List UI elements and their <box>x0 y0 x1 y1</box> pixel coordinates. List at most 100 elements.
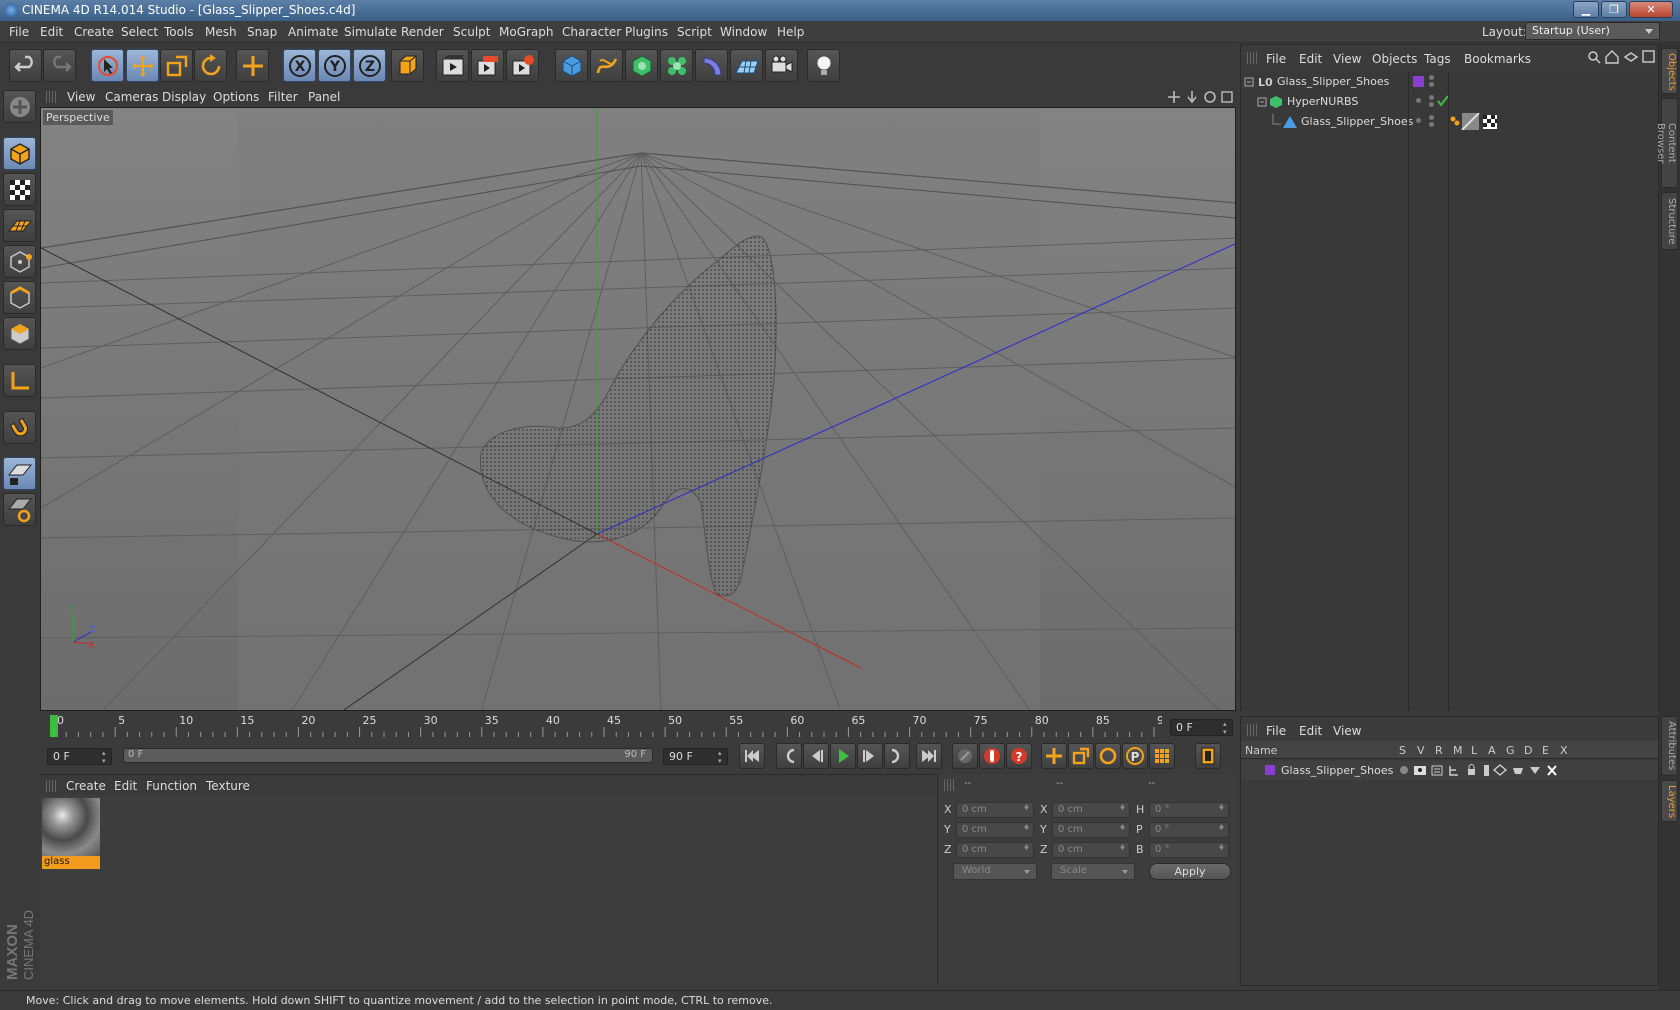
layer-row[interactable]: Glass_Slipper_Shoes <box>1241 761 1658 780</box>
close-button[interactable]: ✕ <box>1629 1 1673 18</box>
floor-icon[interactable] <box>730 49 763 82</box>
object-name[interactable]: HyperNURBS <box>1287 95 1358 108</box>
object-name[interactable]: Glass_Slipper_Shoes <box>1301 115 1413 128</box>
layer-color-swatch[interactable] <box>1265 765 1275 775</box>
viewport-nav-icons[interactable] <box>1168 90 1234 104</box>
recent-tool-icon[interactable] <box>236 49 269 82</box>
layer-color-swatch[interactable] <box>1413 76 1424 87</box>
rot-p-field[interactable]: 0 ° <box>1149 822 1229 838</box>
layers-menu-view[interactable]: View <box>1333 724 1361 738</box>
menu-script[interactable]: Script <box>677 25 712 39</box>
material-menu-texture[interactable]: Texture <box>206 779 250 793</box>
record-keys-icon[interactable] <box>979 743 1005 769</box>
panel-grip[interactable] <box>944 779 954 791</box>
column-generators[interactable]: G <box>1506 744 1515 757</box>
y-axis-lock-icon[interactable]: Y <box>318 49 351 82</box>
column-animation[interactable]: A <box>1488 744 1496 757</box>
menu-animate[interactable]: Animate <box>288 25 338 39</box>
objects-menu-file[interactable]: File <box>1266 52 1286 66</box>
objects-menu-edit[interactable]: Edit <box>1299 52 1322 66</box>
menu-snap[interactable]: Snap <box>247 25 277 39</box>
viewport-menu-filter[interactable]: Filter <box>268 90 298 104</box>
object-row[interactable]: Glass_Slipper_Shoes <box>1241 112 1658 131</box>
object-tags[interactable] <box>1449 113 1509 130</box>
column-view[interactable]: V <box>1417 744 1425 757</box>
column-manager[interactable]: M <box>1453 744 1463 757</box>
light-icon[interactable] <box>807 49 840 82</box>
next-frame-icon[interactable] <box>857 743 883 769</box>
rot-b-field[interactable]: 0 ° <box>1149 842 1229 858</box>
polygons-mode-icon[interactable] <box>3 317 36 350</box>
editor-visibility-dot[interactable] <box>1416 98 1421 103</box>
next-key-icon[interactable] <box>884 743 910 769</box>
viewport-menu-cameras[interactable]: Cameras <box>105 90 158 104</box>
model-mode-icon[interactable] <box>3 137 36 170</box>
timeline-end-frame-field[interactable]: 0 F <box>1170 719 1233 736</box>
menu-mograph[interactable]: MoGraph <box>499 25 554 39</box>
objects-tab[interactable]: Objects <box>1661 48 1678 94</box>
x-axis-lock-icon[interactable]: X <box>283 49 316 82</box>
snap-icon[interactable] <box>3 493 36 526</box>
viewport-menu-display[interactable]: Display <box>162 90 206 104</box>
layers-menu-edit[interactable]: Edit <box>1299 724 1322 738</box>
menu-plugins[interactable]: Plugins <box>625 25 668 39</box>
menu-file[interactable]: File <box>9 25 29 39</box>
render-visibility-dot[interactable] <box>1429 115 1434 120</box>
menu-simulate[interactable]: Simulate <box>344 25 397 39</box>
record-point-level-icon[interactable] <box>1149 743 1175 769</box>
camera-icon[interactable] <box>765 49 798 82</box>
render-settings-icon[interactable] <box>506 49 539 82</box>
undo-icon[interactable] <box>9 49 42 82</box>
size-x-field[interactable]: 0 cm <box>1052 802 1130 818</box>
spline-pen-icon[interactable] <box>590 49 623 82</box>
go-to-end-icon[interactable] <box>916 743 942 769</box>
rotate-icon[interactable] <box>194 49 227 82</box>
subdivision-surface-icon[interactable] <box>625 49 658 82</box>
apply-button[interactable]: Apply <box>1149 863 1231 880</box>
objects-menu-bookmarks[interactable]: Bookmarks <box>1464 52 1531 66</box>
frame-ruler[interactable]: 0 5 10 15 20 25 30 35 40 45 50 55 60 65 70 75 80 85 90 <box>40 713 1162 740</box>
viewport-menu-panel[interactable]: Panel <box>308 90 340 104</box>
coordinate-mode-dropdown[interactable]: World <box>953 863 1037 880</box>
cloner-icon[interactable] <box>660 49 693 82</box>
panel-grip[interactable] <box>1247 724 1257 736</box>
objects-menu-objects[interactable]: Objects <box>1372 52 1417 66</box>
menu-window[interactable]: Window <box>720 25 767 39</box>
previous-frame-icon[interactable] <box>803 743 829 769</box>
max-frame-field[interactable]: 90 F <box>663 748 728 765</box>
cube-icon[interactable] <box>555 49 588 82</box>
keyframe-selection-icon[interactable]: ? <box>1006 743 1032 769</box>
menu-create[interactable]: Create <box>74 25 114 39</box>
scale-icon[interactable] <box>160 49 193 82</box>
size-mode-dropdown[interactable]: Scale <box>1051 863 1135 880</box>
viewport-menu-view[interactable]: View <box>67 90 95 104</box>
material-menu-edit[interactable]: Edit <box>114 779 137 793</box>
render-visibility-dot[interactable] <box>1429 82 1434 87</box>
object-row[interactable]: L0 Glass_Slipper_Shoes <box>1241 72 1658 91</box>
current-frame-field[interactable]: 0 F <box>47 748 112 765</box>
pos-z-field[interactable]: 0 cm <box>956 842 1034 858</box>
coordinate-system-icon[interactable] <box>391 49 424 82</box>
column-deformers[interactable]: D <box>1524 744 1532 757</box>
edges-mode-icon[interactable] <box>3 281 36 314</box>
live-selection-icon[interactable] <box>91 49 124 82</box>
move-icon[interactable] <box>126 49 159 82</box>
panel-grip[interactable] <box>46 780 56 792</box>
menu-render[interactable]: Render <box>401 25 444 39</box>
render-to-picture-viewer-icon[interactable] <box>471 49 504 82</box>
workplane-mode-icon[interactable] <box>3 209 36 242</box>
column-xref[interactable]: X <box>1560 744 1568 757</box>
editor-visibility-dot[interactable] <box>1429 75 1434 80</box>
record-position-icon[interactable] <box>1041 743 1067 769</box>
layout-dropdown[interactable]: Startup (User) <box>1525 22 1660 40</box>
previous-key-icon[interactable] <box>776 743 802 769</box>
viewport-menu-options[interactable]: Options <box>213 90 259 104</box>
frame-range-slider[interactable]: 0 F 90 F <box>123 748 653 763</box>
render-visibility-dot[interactable] <box>1429 95 1434 100</box>
play-forward-icon[interactable] <box>830 743 856 769</box>
size-y-field[interactable]: 0 cm <box>1052 822 1130 838</box>
playhead[interactable] <box>50 715 58 737</box>
deformer-icon[interactable] <box>695 49 728 82</box>
menu-sculpt[interactable]: Sculpt <box>453 25 490 39</box>
structure-tab[interactable]: Structure <box>1661 192 1678 250</box>
